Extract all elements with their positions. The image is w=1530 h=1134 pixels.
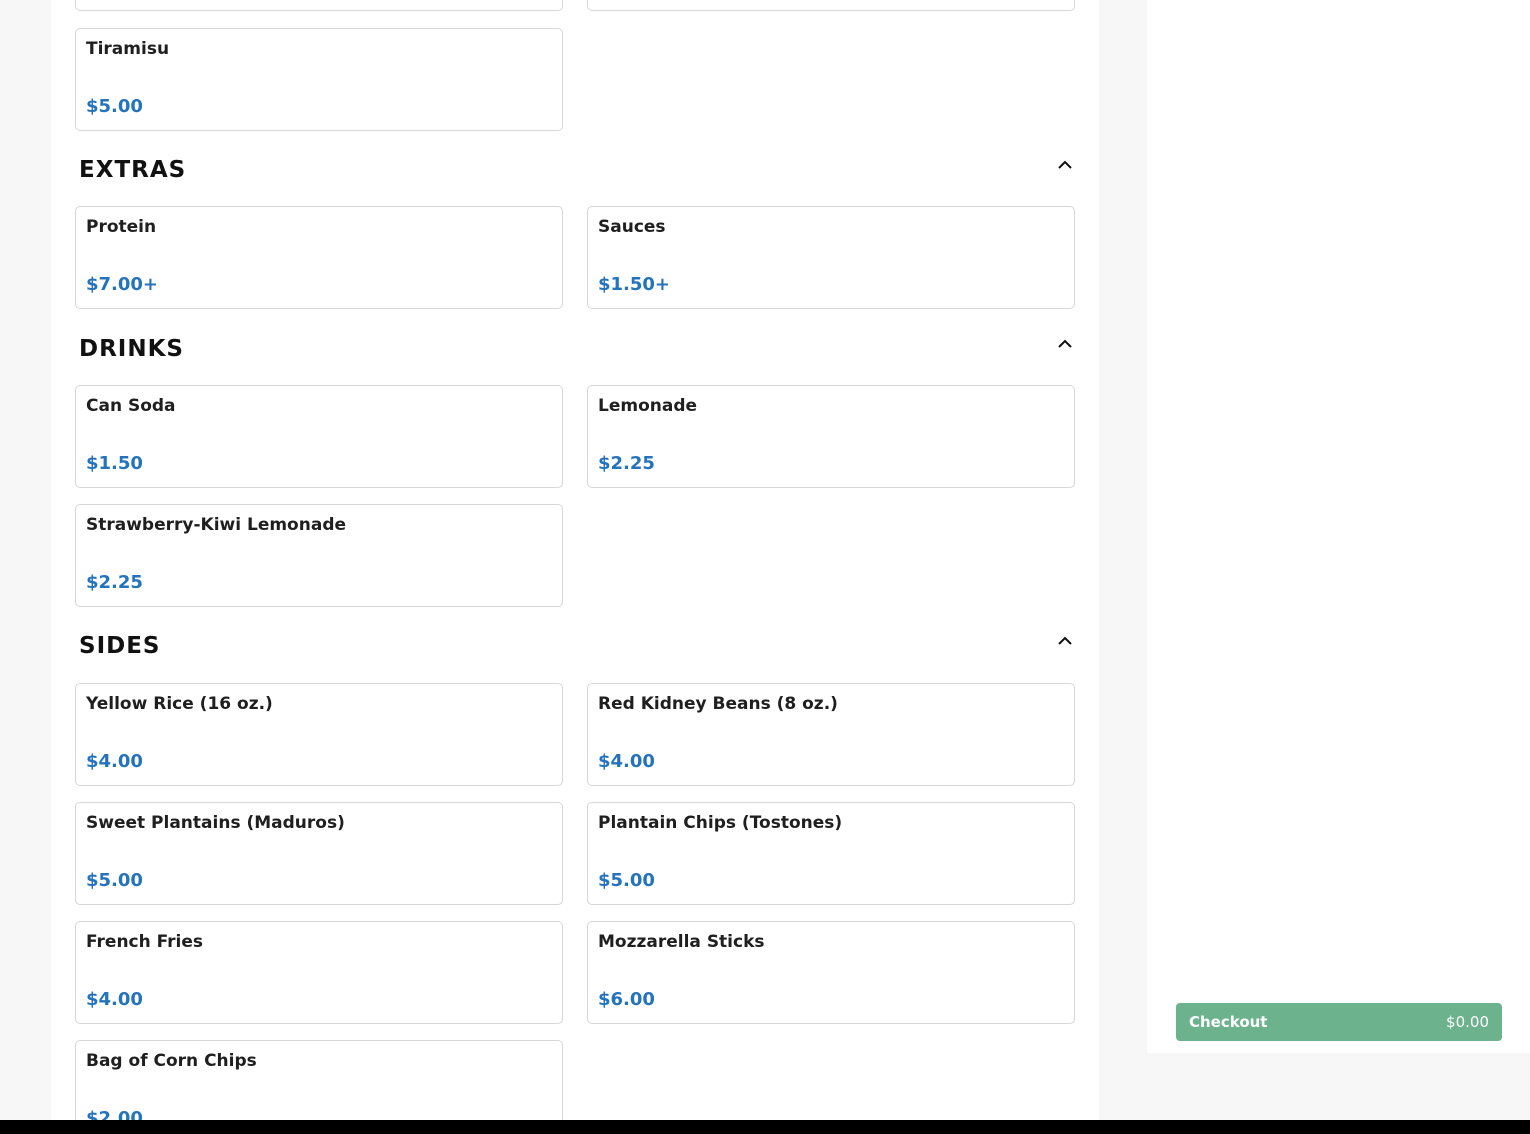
menu-item-card[interactable]: Protein $7.00+ [75,206,563,309]
menu-item-card[interactable] [587,0,1075,11]
item-name: Sauces [598,217,666,237]
chevron-up-icon[interactable] [1056,156,1074,174]
menu-item-card[interactable]: Sweet Plantains (Maduros) $5.00 [75,802,563,905]
checkout-label: Checkout [1189,1013,1268,1031]
item-price: $5.00 [86,870,143,891]
section-title-sides: SIDES [79,633,161,659]
menu-item-card[interactable]: Tiramisu $5.00 [75,28,563,131]
checkout-total: $0.00 [1446,1013,1489,1031]
item-price: $2.00 [86,1108,143,1120]
menu-item-card[interactable]: Lemonade $2.25 [587,385,1075,488]
menu-item-card[interactable] [75,0,563,11]
item-price: $2.25 [86,572,143,593]
section-title-drinks: DRINKS [79,336,184,362]
item-name: Plantain Chips (Tostones) [598,813,843,833]
item-name: Yellow Rice (16 oz.) [86,694,273,714]
bottom-bar [0,1120,1530,1134]
menu-item-card[interactable]: Sauces $1.50+ [587,206,1075,309]
item-name: Strawberry-Kiwi Lemonade [86,515,347,535]
item-price: $4.00 [86,989,143,1010]
item-name: Lemonade [598,396,698,416]
menu-item-card[interactable]: Plantain Chips (Tostones) $5.00 [587,802,1075,905]
item-name: Mozzarella Sticks [598,932,765,952]
item-name: French Fries [86,932,204,952]
item-price: $1.50+ [598,274,671,295]
item-price: $7.00+ [86,274,159,295]
chevron-up-icon[interactable] [1056,335,1074,353]
item-name: Can Soda [86,396,176,416]
item-price: $2.25 [598,453,655,474]
menu-item-card[interactable]: Red Kidney Beans (8 oz.) $4.00 [587,683,1075,786]
menu-panel: Tiramisu $5.00 EXTRAS Protein $7.00+ Sau… [51,0,1099,1120]
menu-item-card[interactable]: Strawberry-Kiwi Lemonade $2.25 [75,504,563,607]
item-price: $4.00 [86,751,143,772]
item-price: $5.00 [86,96,143,117]
section-title-extras: EXTRAS [79,157,187,183]
item-price: $1.50 [86,453,143,474]
menu-item-card[interactable]: Yellow Rice (16 oz.) $4.00 [75,683,563,786]
menu-item-card[interactable]: French Fries $4.00 [75,921,563,1024]
menu-item-card[interactable]: Bag of Corn Chips $2.00 [75,1040,563,1120]
item-name: Protein [86,217,157,237]
menu-item-card[interactable]: Can Soda $1.50 [75,385,563,488]
menu-item-card[interactable]: Mozzarella Sticks $6.00 [587,921,1075,1024]
item-name: Tiramisu [86,39,170,59]
item-price: $6.00 [598,989,655,1010]
chevron-up-icon[interactable] [1056,632,1074,650]
item-price: $5.00 [598,870,655,891]
item-name: Sweet Plantains (Maduros) [86,813,345,833]
cart-panel [1147,0,1530,1053]
checkout-button[interactable]: Checkout $0.00 [1176,1003,1502,1041]
item-name: Bag of Corn Chips [86,1051,257,1071]
item-name: Red Kidney Beans (8 oz.) [598,694,838,714]
item-price: $4.00 [598,751,655,772]
